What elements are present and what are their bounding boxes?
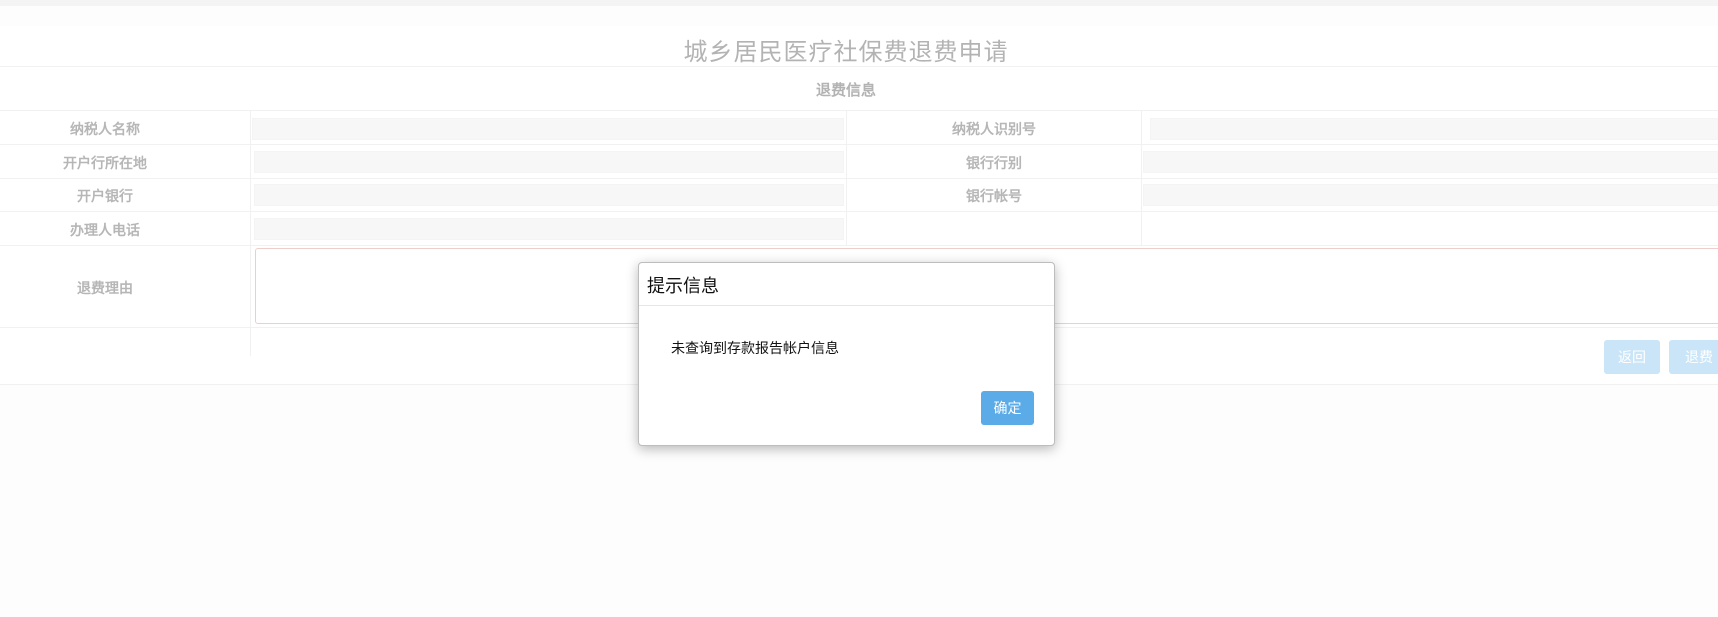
dialog-message: 未查询到存款报告帐户信息 (671, 341, 839, 357)
confirm-button[interactable]: 确定 (981, 391, 1034, 425)
dialog-title: 提示信息 (647, 276, 719, 297)
refund-application-page: 城乡居民医疗社保费退费申请 退费信息 纳税人名称 纳税人识别号 开户行所在地 银… (0, 0, 1718, 617)
dialog-divider (639, 305, 1054, 306)
alert-dialog: 提示信息 未查询到存款报告帐户信息 确定 (638, 262, 1055, 446)
